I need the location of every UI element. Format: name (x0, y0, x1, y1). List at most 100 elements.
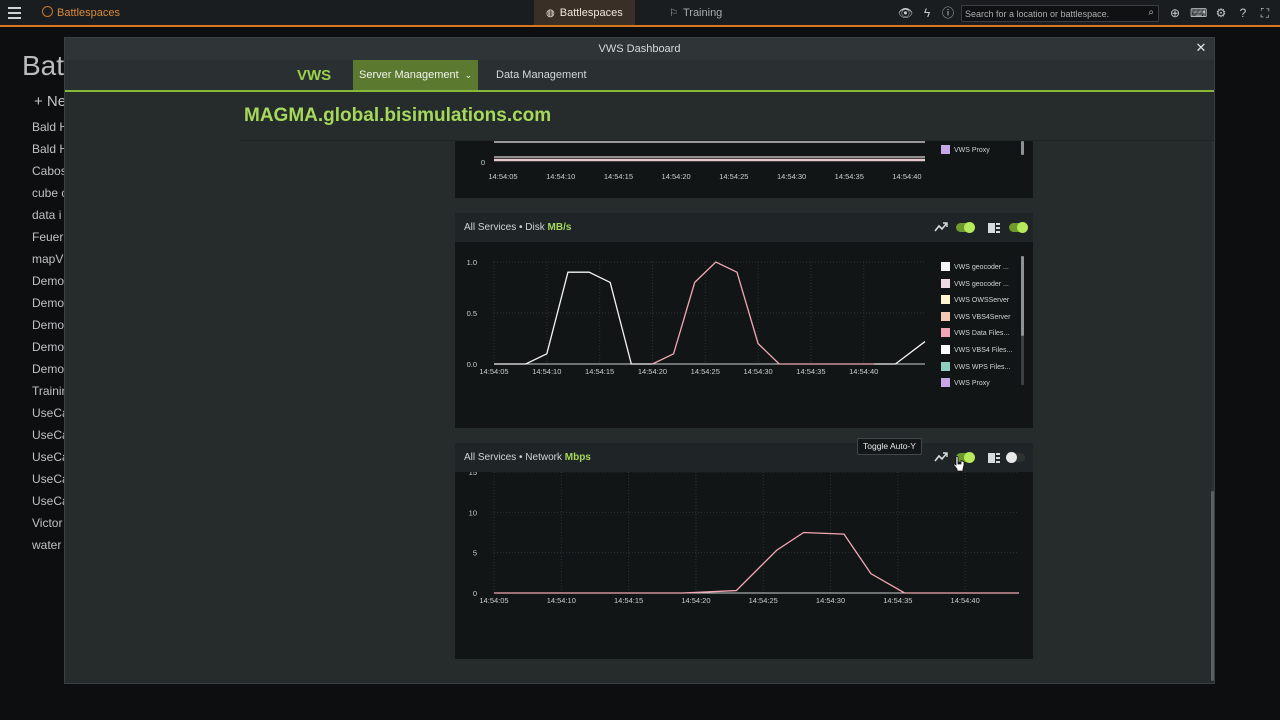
legend-item[interactable]: VWS VBS4 Files... (941, 344, 1013, 362)
fullscreen-icon[interactable]: ⛶ (1258, 6, 1272, 20)
legend-item[interactable]: VWS VBS4Server (941, 311, 1012, 329)
panel-unit: MB/s (547, 222, 572, 233)
legend-swatch (941, 262, 950, 271)
x-tick-label: 14:54:10 (532, 367, 561, 376)
legend-label: VWS VBS4Server (954, 313, 1011, 321)
x-tick-label: 14:54:10 (546, 172, 575, 181)
tab-battlespaces[interactable]: ◍ Battlespaces (534, 0, 635, 27)
battlespaces-logo-icon (42, 6, 53, 17)
brand-label: Battlespaces (57, 7, 120, 19)
pointer-hand-icon (953, 456, 965, 472)
auto-y-toggle[interactable] (956, 222, 975, 233)
legend-scrollbar[interactable] (1021, 256, 1024, 385)
x-tick-label: 14:54:05 (479, 596, 508, 605)
legend-label: VWS Proxy (954, 380, 990, 388)
globe-icon[interactable]: ⊕ (1168, 6, 1182, 20)
panel-title: All Services • Network (464, 452, 562, 463)
legend-item[interactable]: VWS geocoder ... (941, 278, 1012, 296)
no-lightning-icon[interactable]: ϟ (920, 6, 934, 20)
legend-swatch (941, 311, 950, 321)
nav-server-management[interactable]: Server Management ⌄ (353, 60, 479, 90)
search-icon[interactable]: ⌕ (1148, 7, 1154, 18)
legend-swatch (941, 278, 950, 288)
x-tick-label: 14:54:25 (691, 367, 720, 376)
x-tick-label: 14:54:25 (719, 172, 748, 181)
series-line (494, 531, 1019, 594)
legend-item[interactable]: VWS WPS Files... (941, 361, 1012, 379)
charts-scroll-area[interactable]: 0 14:54:05 14:54:10 14:54:15 14:54:20 14:54:2… (455, 141, 1035, 663)
gear-icon[interactable]: ⚙ (1214, 6, 1228, 20)
y-tick-label: 0.5 (467, 309, 477, 318)
y-tick-label: 10 (469, 508, 477, 517)
modal-scrollbar[interactable] (1211, 141, 1214, 681)
x-tick-label: 14:54:35 (835, 172, 864, 181)
panel-title: All Services • Disk (464, 222, 545, 233)
nav-label: Server Management (359, 69, 459, 81)
search-input[interactable] (965, 7, 1143, 20)
panel-unit: Mbps (564, 452, 591, 463)
tab-label: Training (682, 7, 723, 19)
nav-data-management[interactable]: Data Management (490, 60, 593, 90)
legend-label: VWS geocoder ... (954, 280, 1009, 288)
x-tick-label: 14:54:30 (816, 596, 845, 605)
scrollbar-thumb[interactable] (1211, 491, 1214, 681)
x-tick-label: 14:54:05 (488, 172, 517, 181)
legend-item[interactable]: VWS Proxy (941, 378, 1012, 395)
legend-item[interactable]: VWS geocoder ... (941, 262, 1012, 279)
legend-scrollbar[interactable] (1021, 141, 1024, 155)
x-tick-label: 14:54:35 (796, 367, 825, 376)
legend-label: VWS geocoder ... (954, 264, 1009, 271)
modal-title: VWS Dashboard (65, 38, 1214, 60)
legend-label: VWS OWSServer (954, 297, 1010, 305)
x-tick-label: 14:54:15 (604, 172, 633, 181)
legend-list-icon[interactable] (988, 223, 1000, 233)
legend-swatch (941, 328, 950, 338)
legend-toggle[interactable] (1009, 222, 1028, 233)
help-icon[interactable]: ? (1236, 6, 1250, 20)
auto-y-trend-icon[interactable] (934, 451, 948, 463)
legend: VWS geocoder ... VWS geocoder ... VWS OW… (941, 262, 1012, 395)
legend-item[interactable]: VWS Data Files... (941, 328, 1012, 345)
x-tick-label: 14:54:40 (892, 172, 921, 181)
legend-item[interactable]: VWS Proxy (941, 145, 990, 162)
info-icon[interactable]: ⓘ (941, 6, 955, 20)
y-tick-label: 0 (481, 158, 485, 167)
network-chart-svg: 14:54:05 14:54:10 14:54:15 14:54:20 14:54:25… (469, 472, 1019, 605)
tab-training[interactable]: ⚐ Training (657, 0, 734, 27)
brand[interactable]: Battlespaces (42, 6, 120, 19)
legend: VWS Proxy (941, 145, 990, 162)
chart-panel-partial: 0 14:54:05 14:54:10 14:54:15 14:54:20 14:54:2… (455, 141, 1033, 198)
y-tick-label: 1.0 (467, 258, 477, 267)
x-tick-label: 14:54:20 (638, 367, 667, 376)
legend-swatch (941, 145, 950, 154)
battlespaces-icon: ◍ (546, 8, 555, 19)
legend-label: VWS Proxy (954, 147, 990, 154)
close-icon[interactable]: ✕ (1194, 41, 1208, 55)
chart-panel-network: All Services • Network Mbps 14:54:05 14:5… (455, 443, 1033, 659)
hamburger-menu-icon[interactable] (8, 7, 21, 19)
legend-label: VWS Data Files... (954, 330, 1010, 338)
legend-swatch (941, 295, 950, 305)
keyboard-icon[interactable]: ⌨ (1190, 6, 1207, 20)
x-tick-label: 14:54:15 (585, 367, 614, 376)
legend-toggle[interactable] (1006, 452, 1025, 463)
y-tick-label: 0 (473, 589, 477, 598)
x-tick-label: 14:54:10 (547, 596, 576, 605)
modal-nav: VWS Server Management ⌄ Data Management (65, 60, 1214, 92)
auto-y-trend-icon[interactable] (934, 221, 948, 233)
panel-header: All Services • Disk MB/s (455, 213, 1033, 242)
y-tick-label: 0.0 (467, 360, 477, 369)
vws-dashboard-modal: VWS Dashboard ✕ VWS Server Management ⌄ D… (64, 37, 1216, 684)
background-new-button[interactable]: + Ne (34, 93, 66, 110)
legend-swatch (941, 378, 950, 388)
eye-icon[interactable]: 👁 (898, 6, 913, 20)
nav-label: Data Management (496, 69, 587, 81)
series-line (874, 341, 926, 365)
x-tick-label: 14:54:40 (849, 367, 878, 376)
x-tick-label: 14:54:40 (951, 596, 980, 605)
legend-label: VWS VBS4 Files... (954, 346, 1013, 354)
host-title: MAGMA.global.bisimulations.com (244, 105, 552, 126)
x-tick-label: 14:54:05 (479, 367, 508, 376)
legend-list-icon[interactable] (988, 453, 1000, 463)
legend-item[interactable]: VWS OWSServer (941, 295, 1012, 312)
